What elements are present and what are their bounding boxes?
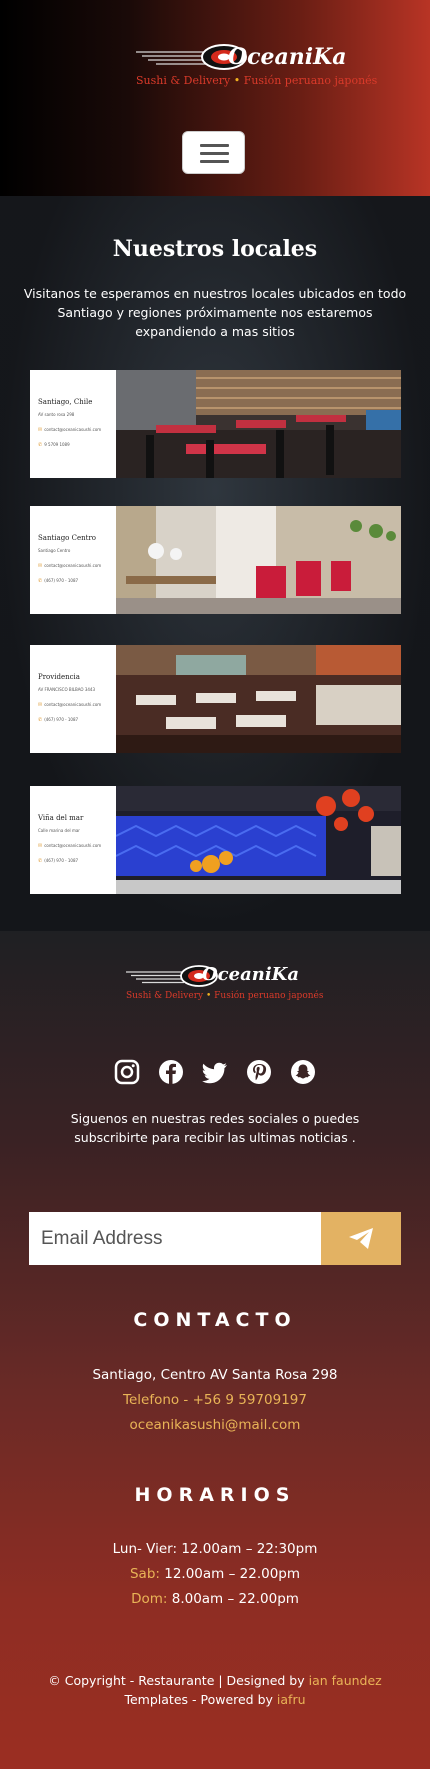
follow-text: Siguenos en nuestras redes sociales o pu… — [70, 1111, 360, 1145]
facebook-icon[interactable] — [158, 1059, 184, 1085]
horarios-title: HORARIOS — [134, 1484, 296, 1506]
snapchat-icon[interactable] — [290, 1059, 316, 1085]
hamburger-icon-bar — [200, 144, 229, 147]
logo-tagline: Sushi & Delivery • Fusión peruano japoné… — [136, 74, 377, 90]
local-phone: ✆ 9 5709 1089 — [38, 442, 70, 448]
local-card-info: Viña del mar Calle marina del mar ✉ conta… — [30, 786, 116, 894]
copyright-text: © Copyright - Restaurante | Designed by … — [40, 1671, 390, 1709]
site-header: OceaniKa Sushi & Delivery • Fusión perua… — [0, 0, 430, 196]
local-address: AV FRANCISCO BILBAO 3443 — [38, 687, 96, 692]
locales-section: Nuestros locales Visitanos te esperamos … — [0, 196, 430, 931]
designer-link[interactable]: ian faundez — [309, 1673, 382, 1688]
local-address: AV santo rosa 298 — [38, 412, 75, 417]
logo-wordmark: OceaniKa — [228, 44, 347, 70]
mail-icon: ✉ — [38, 427, 43, 433]
local-email: ✉ contact@oceanicasushi.com — [38, 702, 102, 708]
local-card-info: Providencia AV FRANCISCO BILBAO 3443 ✉ co… — [30, 645, 116, 753]
locales-description: Visitanos te esperamos en nuestros local… — [23, 286, 407, 339]
phone-icon: ✆ — [38, 858, 43, 864]
local-email: ✉ contact@oceanicasushi.com — [38, 843, 102, 849]
send-icon — [349, 1228, 373, 1249]
footer-logo[interactable]: OceaniKa Sushi & Delivery • Fusión perua… — [126, 963, 323, 1007]
phone-icon: ✆ — [38, 717, 43, 723]
local-photo — [116, 370, 401, 478]
copyright-prefix: © Copyright - Restaurante | Designed by — [48, 1673, 309, 1688]
local-card-info: Santiago, Chile AV santo rosa 298 ✉ conta… — [30, 370, 116, 478]
local-phone: ✆ (467) 970 - 1087 — [38, 717, 79, 723]
copyright-middle: Templates - Powered by — [124, 1692, 277, 1707]
local-email: ✉ contact@oceanicasushi.com — [38, 427, 102, 433]
social-links — [112, 1059, 322, 1089]
instagram-icon[interactable] — [114, 1059, 140, 1085]
tagline-separator: • — [233, 74, 241, 87]
hours-weekday: Lun- Vier: 12.00am – 22:30pm — [112, 1541, 318, 1557]
local-card[interactable]: Santiago Centro Santiago Centro ✉ contact… — [30, 506, 401, 614]
contacto-title: CONTACTO — [133, 1309, 297, 1331]
local-card[interactable]: Santiago, Chile AV santo rosa 298 ✉ conta… — [30, 370, 401, 478]
phone-icon: ✆ — [38, 442, 43, 448]
local-name: Santiago, Chile — [38, 398, 93, 406]
hamburger-icon-bar — [200, 160, 229, 163]
email-input[interactable] — [29, 1212, 321, 1265]
contact-address: Santiago, Centro AV Santa Rosa 298 — [92, 1367, 338, 1383]
phone-icon: ✆ — [38, 578, 43, 584]
mail-icon: ✉ — [38, 563, 43, 569]
local-name: Providencia — [38, 673, 80, 681]
site-footer: OceaniKa Sushi & Delivery • Fusión perua… — [0, 931, 430, 1769]
local-email: ✉ contact@oceanicasushi.com — [38, 563, 102, 569]
mail-icon: ✉ — [38, 702, 43, 708]
local-photo — [116, 786, 401, 894]
local-card-info: Santiago Centro Santiago Centro ✉ contact… — [30, 506, 116, 614]
saturday-hours: 12.00am – 22.00pm — [159, 1566, 301, 1582]
local-name: Santiago Centro — [38, 534, 97, 542]
pinterest-icon[interactable] — [246, 1059, 272, 1085]
contact-email-link[interactable]: oceanikasushi@mail.com — [0, 1417, 430, 1433]
local-card[interactable]: Viña del mar Calle marina del mar ✉ conta… — [30, 786, 401, 894]
hours-sunday: Dom: 8.00am – 22.00pm — [0, 1591, 430, 1607]
local-photo — [116, 645, 401, 753]
mail-icon: ✉ — [38, 843, 43, 849]
local-photo — [116, 506, 401, 614]
tagline-b: Fusión peruano japonés — [243, 74, 378, 87]
hours-saturday: Sab: 12.00am – 22.00pm — [0, 1566, 430, 1582]
subscribe-button[interactable] — [321, 1212, 401, 1265]
local-address: Santiago Centro — [38, 548, 71, 553]
hamburger-icon-bar — [200, 152, 229, 155]
local-phone: ✆ (467) 970 - 1087 — [38, 578, 79, 584]
local-phone: ✆ (467) 970 - 1087 — [38, 858, 79, 864]
contact-phone-link[interactable]: Telefono - +56 9 59709197 — [0, 1392, 430, 1408]
local-name: Viña del mar — [38, 814, 84, 822]
local-card[interactable]: Providencia AV FRANCISCO BILBAO 3443 ✉ co… — [30, 645, 401, 753]
footer-logo-tagline: Sushi & Delivery • Fusión peruano japoné… — [126, 991, 324, 1001]
saturday-label: Sab: — [129, 1566, 160, 1582]
sunday-label: Dom: — [131, 1591, 168, 1607]
locales-title: Nuestros locales — [112, 236, 318, 262]
twitter-icon[interactable] — [202, 1059, 228, 1085]
footer-logo-wordmark: OceaniKa — [202, 964, 299, 985]
sunday-hours: 8.00am – 22.00pm — [167, 1591, 299, 1607]
tagline-a: Sushi & Delivery — [136, 74, 231, 87]
brand-logo[interactable]: OceaniKa Sushi & Delivery • Fusión perua… — [136, 42, 377, 92]
powered-by-link[interactable]: iafru — [277, 1692, 306, 1707]
menu-toggle-button[interactable] — [182, 131, 245, 174]
local-address: Calle marina del mar — [38, 828, 80, 833]
